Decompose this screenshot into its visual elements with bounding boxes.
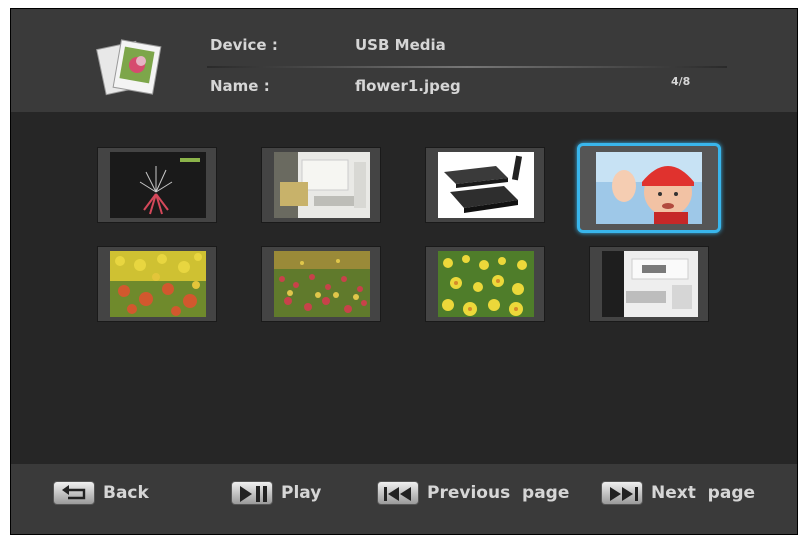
play-button[interactable]: Play xyxy=(231,480,321,506)
device-value: USB Media xyxy=(355,36,446,54)
play-label: Play xyxy=(281,483,322,503)
modern-room-image xyxy=(602,251,698,317)
thumbnail-yellow-red-flowers[interactable] xyxy=(97,246,217,322)
header-divider xyxy=(207,66,727,68)
thumbnail-flower-field[interactable] xyxy=(261,246,381,322)
fireworks-image xyxy=(110,152,206,218)
yellow-red-flowers-image xyxy=(110,251,206,317)
thumbnail-interior-room[interactable] xyxy=(261,147,381,223)
back-button[interactable]: Back xyxy=(53,480,149,506)
control-bar: Back Play Previous page Next page xyxy=(11,464,797,534)
device-label: Device : xyxy=(210,36,278,54)
back-label: Back xyxy=(103,483,149,503)
photo-browser-screen: Device : USB Media Name : flower1.jpeg 4… xyxy=(10,8,798,535)
previous-page-button[interactable]: Previous page xyxy=(377,480,569,506)
photos-stack-icon xyxy=(96,39,162,96)
page-counter: 4/8 xyxy=(671,75,691,88)
yellow-flowers-image xyxy=(438,251,534,317)
thumbnail-baby-portrait[interactable] xyxy=(577,143,721,233)
play-pause-icon xyxy=(231,481,273,505)
flower-field-image xyxy=(274,251,370,317)
previous-page-label: Previous page xyxy=(427,483,570,503)
skip-previous-icon xyxy=(377,481,419,505)
baby-portrait-image xyxy=(596,152,702,224)
file-name-value: flower1.jpeg xyxy=(355,77,461,95)
name-label: Name : xyxy=(210,77,270,95)
media-player-image xyxy=(438,152,534,218)
thumbnail-fireworks[interactable] xyxy=(97,147,217,223)
interior-room-image xyxy=(274,152,370,218)
thumbnail-media-player[interactable] xyxy=(425,147,545,223)
return-key-icon xyxy=(53,481,95,505)
next-page-label: Next page xyxy=(651,483,756,503)
thumbnail-yellow-flowers[interactable] xyxy=(425,246,545,322)
info-header: Device : USB Media Name : flower1.jpeg 4… xyxy=(11,9,797,112)
skip-next-icon xyxy=(601,481,643,505)
next-page-button[interactable]: Next page xyxy=(601,480,755,506)
thumbnail-modern-room[interactable] xyxy=(589,246,709,322)
